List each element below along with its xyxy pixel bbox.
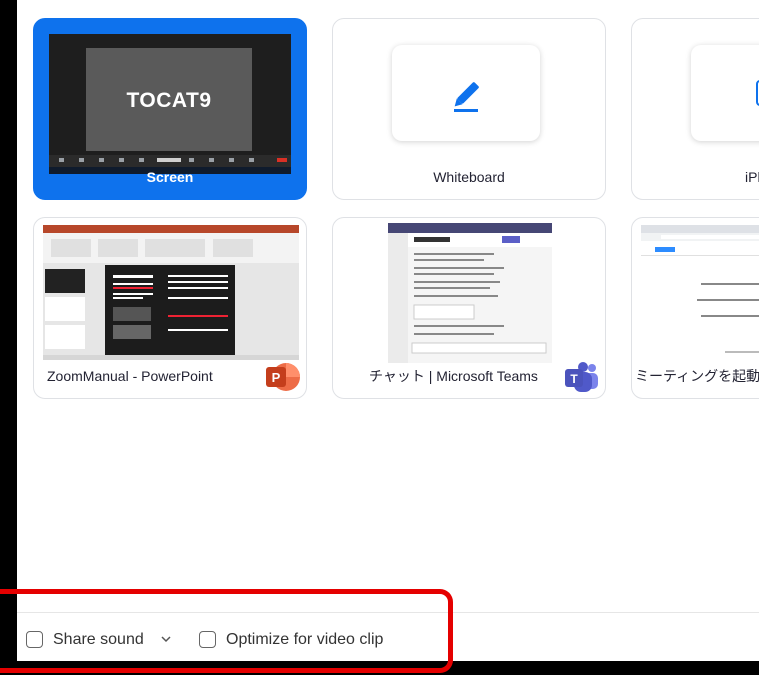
pen-icon [454,82,479,112]
highlight-box [0,589,453,673]
share-tile-powerpoint[interactable]: ZoomManual - PowerPoint P [33,217,307,399]
teams-window-preview [388,223,552,363]
svg-text:T: T [570,372,578,386]
screen-preview-name: TOCAT9 [126,89,212,112]
share-tile-whiteboard[interactable]: Whiteboard [332,18,606,200]
powerpoint-preview [43,225,299,360]
iphone-icon [756,80,759,106]
svg-text:P: P [272,370,281,385]
whiteboard-preview [392,45,540,141]
share-tile-zoom-browser[interactable]: ミーティングを起動 - [631,217,759,399]
powerpoint-window-preview [43,225,299,360]
share-tile-iphone[interactable]: iPhor [631,18,759,200]
share-panel: TOCAT9 Screen Whiteboard iP ZoomManual -… [17,0,759,661]
teams-preview [388,223,552,363]
browser-preview [641,225,759,360]
browser-window-preview [641,225,759,353]
screen-preview-video: TOCAT9 [86,48,252,151]
share-tile-teams[interactable]: チャット | Microsoft Teams T [332,217,606,399]
teams-app-icon: T [563,359,599,395]
tile-label: iPhor [745,168,759,185]
tile-label: Whiteboard [433,168,505,185]
screen-preview: TOCAT9 [49,34,291,174]
iphone-preview [691,45,759,141]
share-tile-screen[interactable]: TOCAT9 Screen [33,18,307,200]
tile-label: ミーティングを起動 - [635,367,759,384]
powerpoint-app-icon: P [264,359,300,395]
tile-label: Screen [146,168,194,185]
